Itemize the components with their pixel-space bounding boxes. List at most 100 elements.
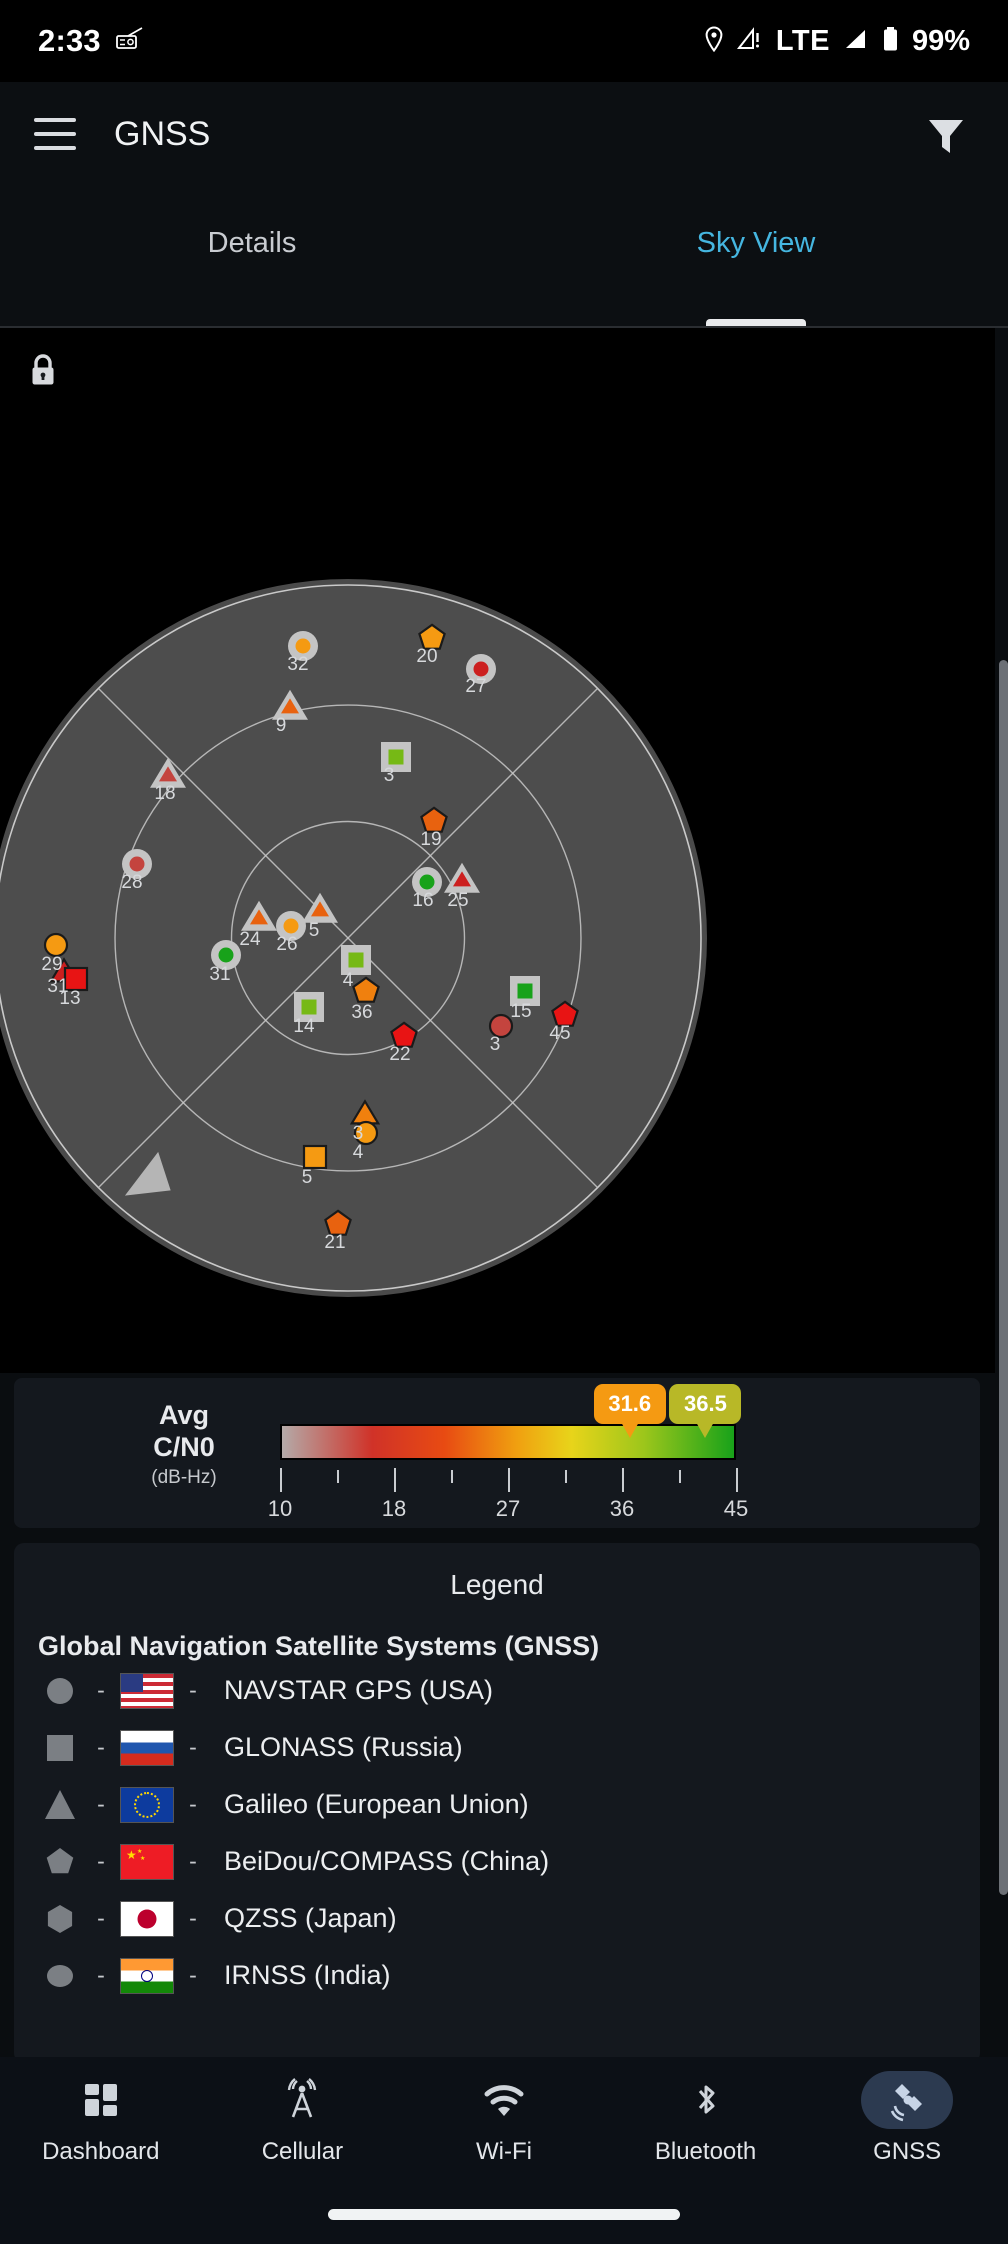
legend-separator: -: [82, 1734, 120, 1761]
cn0-flag-pointer: [696, 1422, 714, 1438]
triangle-shape-icon: [38, 1788, 82, 1822]
nav-item-wi-fi[interactable]: Wi-Fi: [403, 2057, 605, 2185]
legend-system-name: IRNSS (India): [224, 1960, 391, 1991]
china-flag-icon: ★★★: [120, 1844, 174, 1880]
cn0-units-label: (dB-Hz): [94, 1467, 274, 1489]
satellite-id-label: 5: [309, 920, 320, 941]
nav-item-label: Bluetooth: [655, 2138, 756, 2166]
nav-item-label: GNSS: [873, 2138, 941, 2166]
cn0-tick: [280, 1468, 282, 1492]
legend-separator: -: [174, 1677, 212, 1704]
legend-row: -★★★-BeiDou/COMPASS (China): [38, 1833, 980, 1890]
satellite-id-label: 21: [324, 1232, 345, 1253]
cn0-label-block: Avg C/N0 (dB-Hz): [94, 1400, 274, 1489]
satellite-id-label: 36: [351, 1002, 372, 1023]
satellite-icon: [861, 2071, 953, 2129]
bottom-nav-items: DashboardCellular Wi-Fi Bluetooth GNSS: [0, 2057, 1008, 2185]
legend-separator: -: [174, 1962, 212, 1989]
satellite-id-label: 31: [209, 964, 230, 985]
cn0-scale-card: Avg C/N0 (dB-Hz) 31.636.5 1018273645: [14, 1378, 980, 1528]
cell-tower-icon: [256, 2071, 348, 2129]
cn0-tick-label: 36: [610, 1496, 634, 1522]
nav-item-bluetooth[interactable]: Bluetooth: [605, 2057, 807, 2185]
nav-item-dashboard[interactable]: Dashboard: [0, 2057, 202, 2185]
sky-view-plot[interactable]: 3220279318192816252452629313113415361445…: [0, 328, 995, 1373]
satellite-id-label: 14: [293, 1016, 315, 1037]
status-bar: 2:33 LTE: [0, 0, 1008, 82]
page-title: GNSS: [114, 115, 210, 154]
legend-system-name: BeiDou/COMPASS (China): [224, 1846, 549, 1877]
satellite-marker[interactable]: [304, 1146, 326, 1168]
cn0-flag-pointer: [621, 1422, 639, 1438]
satellite-id-label: 29: [41, 954, 62, 975]
cn0-tick: [736, 1468, 738, 1492]
app-bar: GNSS: [0, 82, 1008, 186]
status-clock: 2:33: [38, 23, 101, 59]
filter-funnel-icon[interactable]: [918, 106, 974, 162]
oval-shape-icon: [38, 1959, 82, 1993]
legend-system-name: QZSS (Japan): [224, 1903, 397, 1934]
signal-bars-icon: [843, 27, 869, 56]
legend-title: Legend: [14, 1543, 980, 1601]
radio-icon: [115, 27, 145, 56]
dashboard-grid-icon: [55, 2071, 147, 2129]
signal-warning-icon: [737, 27, 763, 56]
tab-bar: Details Sky View: [0, 186, 1008, 326]
satellite-id-label: 18: [154, 783, 175, 804]
satellite-marker[interactable]: [45, 934, 67, 956]
india-flag-icon: [120, 1958, 174, 1994]
cn0-avg-label: Avg: [94, 1400, 274, 1432]
cn0-value-flag: 31.6: [594, 1384, 666, 1424]
battery-icon: [882, 26, 899, 57]
legend-separator: -: [82, 1677, 120, 1704]
nav-item-label: Wi-Fi: [476, 2138, 532, 2166]
russia-flag-icon: [120, 1730, 174, 1766]
usa-flag-icon: [120, 1673, 174, 1709]
cn0-tick: [337, 1470, 339, 1483]
satellite-id-label: 26: [276, 934, 297, 955]
satellite-id-label: 22: [389, 1044, 410, 1065]
scroll-content: 3220279318192816252452629313113415361445…: [0, 328, 1008, 2057]
satellite-id-label: 16: [412, 890, 433, 911]
cn0-value-text: 31.6: [608, 1391, 651, 1417]
satellite-id-label: 15: [510, 1001, 531, 1022]
legend-separator: -: [174, 1905, 212, 1932]
satellite-id-label: 19: [420, 829, 441, 850]
hamburger-menu-icon[interactable]: [34, 118, 76, 150]
tab-details[interactable]: Details: [0, 186, 504, 326]
wifi-icon: [458, 2071, 550, 2129]
satellite-id-label: 9: [276, 715, 287, 736]
cn0-tick: [622, 1468, 624, 1492]
satellite-id-label: 27: [465, 676, 486, 697]
cn0-tick: [679, 1470, 681, 1483]
satellite-id-label: 32: [287, 654, 308, 675]
status-bar-right: LTE 99%: [704, 25, 970, 58]
legend-row: --IRNSS (India): [38, 1947, 980, 2004]
legend-separator: -: [82, 1848, 120, 1875]
satellite-id-label: 4: [353, 1142, 364, 1163]
nav-item-cellular[interactable]: Cellular: [202, 2057, 404, 2185]
cn0-tick: [451, 1470, 453, 1483]
network-type-label: LTE: [776, 25, 830, 58]
home-indicator[interactable]: [328, 2209, 680, 2220]
legend-row: --GLONASS (Russia): [38, 1719, 980, 1776]
bluetooth-icon: [660, 2071, 752, 2129]
tab-sky-view[interactable]: Sky View: [504, 186, 1008, 326]
legend-separator: -: [82, 1962, 120, 1989]
satellite-id-label: 28: [121, 872, 142, 893]
nav-item-gnss[interactable]: GNSS: [806, 2057, 1008, 2185]
satellite-id-label: 13: [59, 988, 80, 1009]
legend-separator: -: [174, 1791, 212, 1818]
scrollbar-track[interactable]: [999, 330, 1008, 1565]
satellite-id-label: 20: [416, 646, 437, 667]
japan-flag-icon: [120, 1901, 174, 1937]
cn0-tick-label: 10: [268, 1496, 292, 1522]
pentagon-shape-icon: [38, 1845, 82, 1879]
legend-row: --QZSS (Japan): [38, 1890, 980, 1947]
cn0-tick-label: 45: [724, 1496, 748, 1522]
cn0-tick: [508, 1468, 510, 1492]
legend-card: Legend Global Navigation Satellite Syste…: [14, 1543, 980, 2057]
satellite-id-label: 3: [490, 1034, 501, 1055]
scrollbar-thumb[interactable]: [999, 660, 1008, 1895]
legend-system-name: GLONASS (Russia): [224, 1732, 463, 1763]
